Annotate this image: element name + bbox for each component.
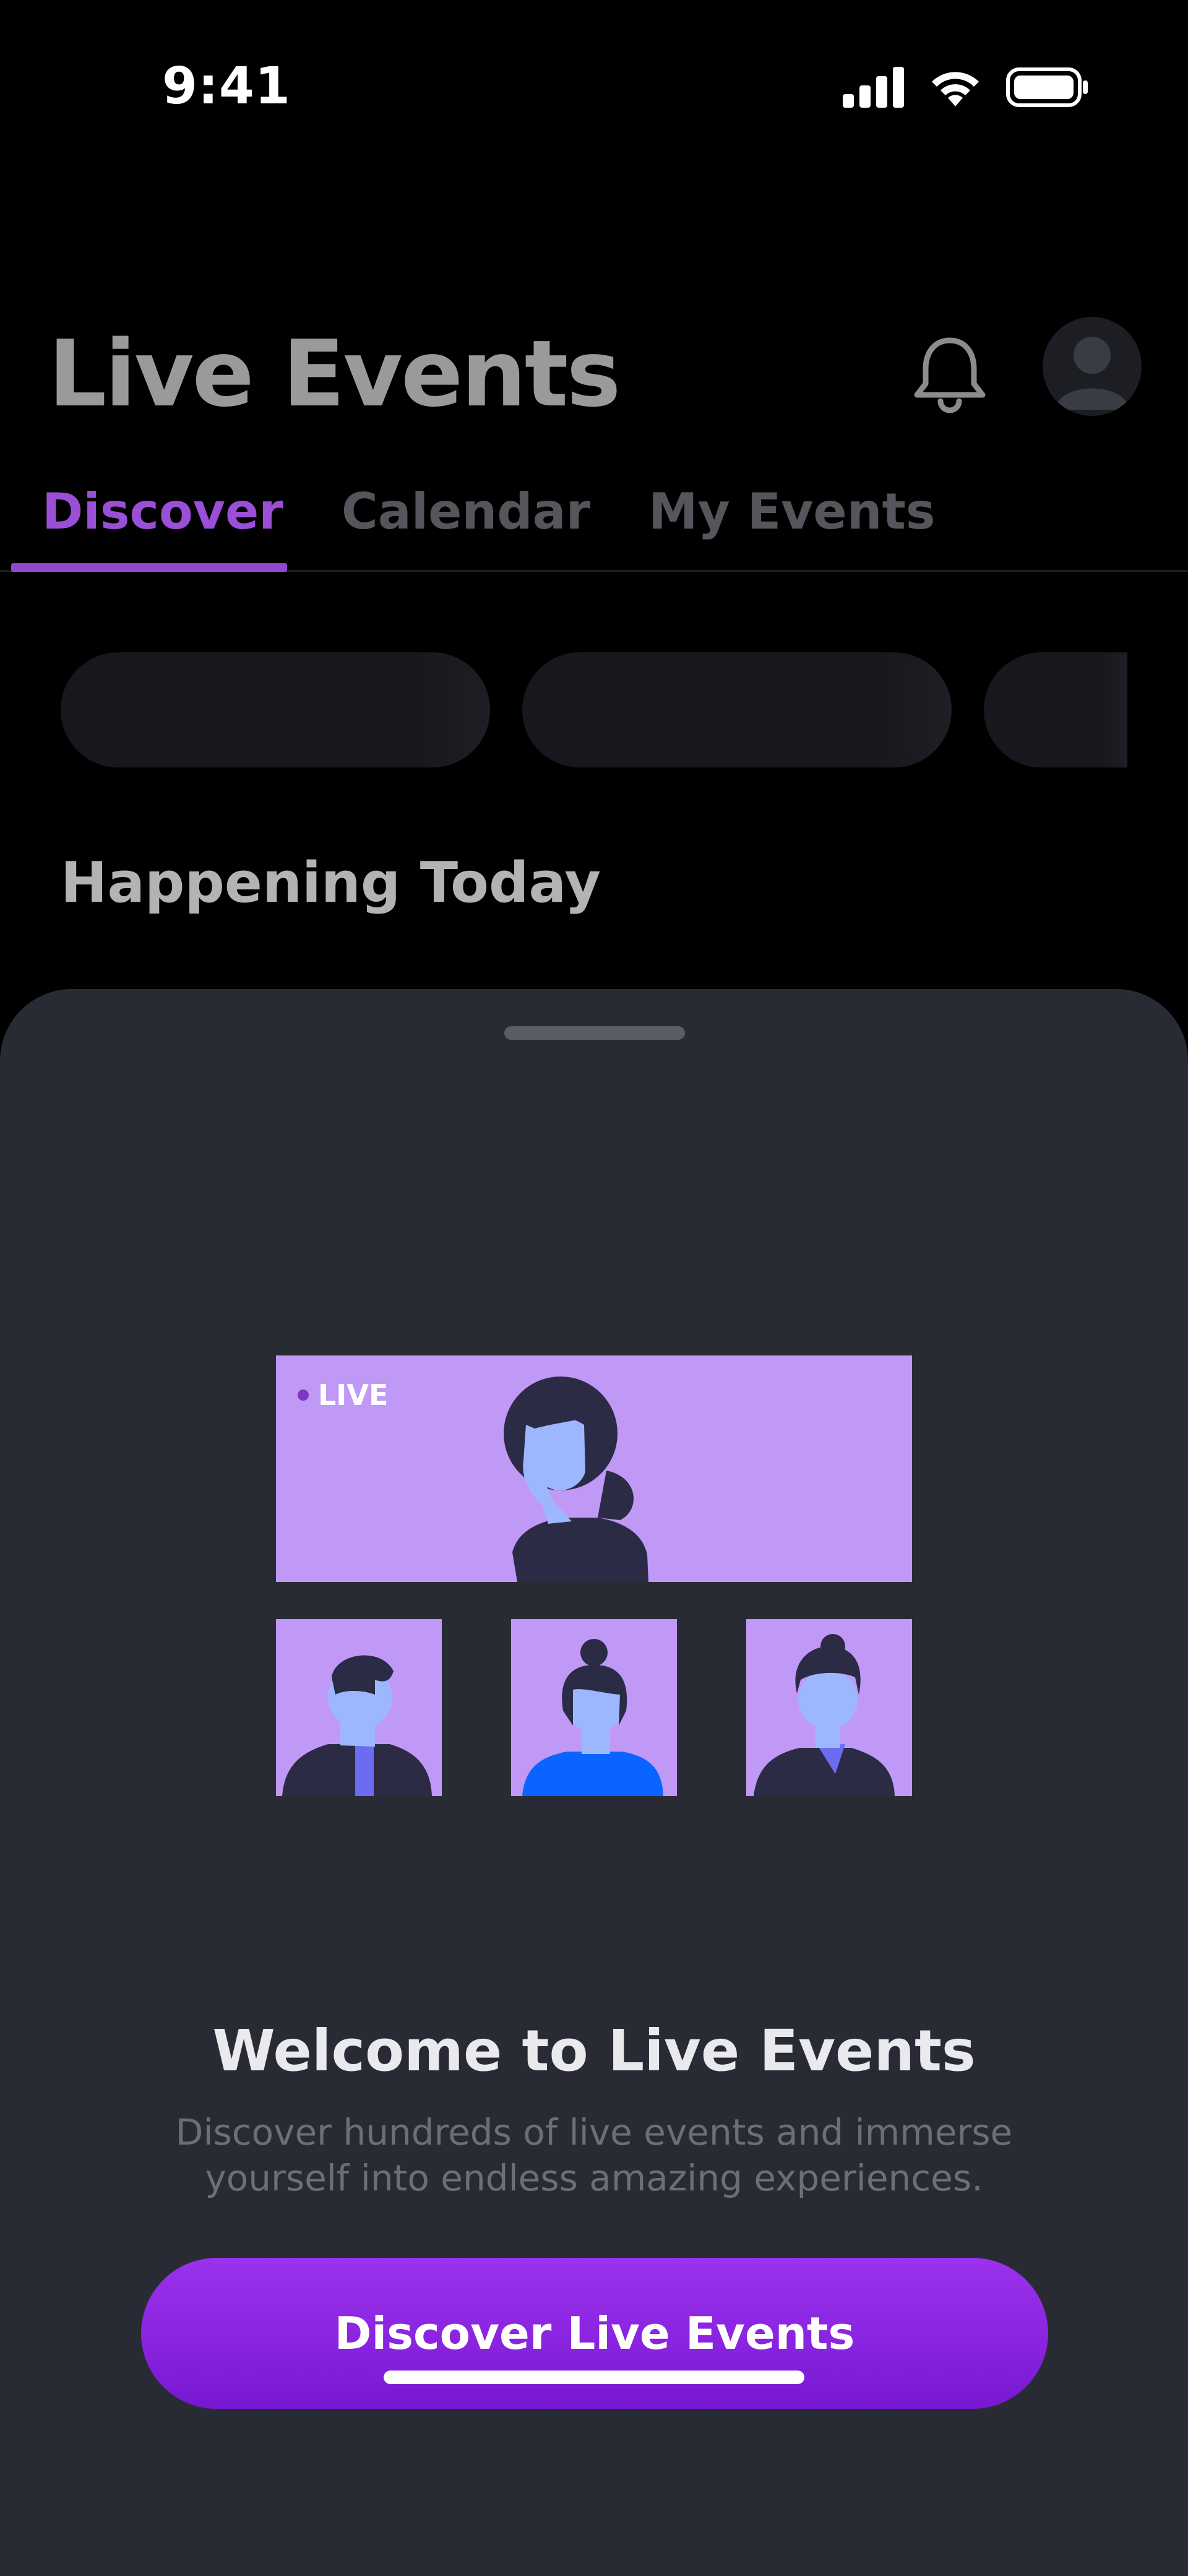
profile-avatar-icon[interactable]: [1043, 317, 1142, 416]
welcome-description: Discover hundreds of live events and imm…: [175, 2111, 1013, 2199]
filter-chip-placeholder[interactable]: [61, 652, 490, 767]
cellular-signal-icon: [843, 67, 904, 108]
sheet-drag-handle[interactable]: [504, 1026, 685, 1040]
tab-discover[interactable]: Discover: [42, 483, 283, 540]
tab-bar: Discover Calendar My Events: [0, 477, 1188, 572]
discover-live-events-button[interactable]: Discover Live Events: [141, 2258, 1048, 2409]
welcome-bottom-sheet: LIVE Welcome to Live Events Discover hun…: [0, 989, 1188, 2576]
welcome-title: Welcome to Live Events: [212, 2018, 976, 2084]
live-label: LIVE: [318, 1378, 388, 1412]
battery-icon: [1006, 67, 1088, 107]
page-title: Live Events: [48, 321, 621, 427]
active-tab-indicator: [11, 563, 287, 572]
wifi-icon: [932, 72, 979, 106]
live-events-illustration: LIVE: [276, 1355, 912, 1796]
filter-chip-placeholder[interactable]: [984, 652, 1127, 767]
section-title: Happening Today: [61, 850, 601, 915]
home-indicator: [384, 2371, 804, 2384]
bell-icon[interactable]: [910, 334, 990, 415]
tab-calendar[interactable]: Calendar: [342, 483, 590, 540]
tab-my-events[interactable]: My Events: [648, 483, 935, 540]
status-bar: 9:41: [0, 0, 1188, 179]
status-icons: [843, 67, 1089, 108]
filter-chip-placeholder[interactable]: [522, 652, 952, 767]
status-time: 9:41: [162, 57, 291, 116]
